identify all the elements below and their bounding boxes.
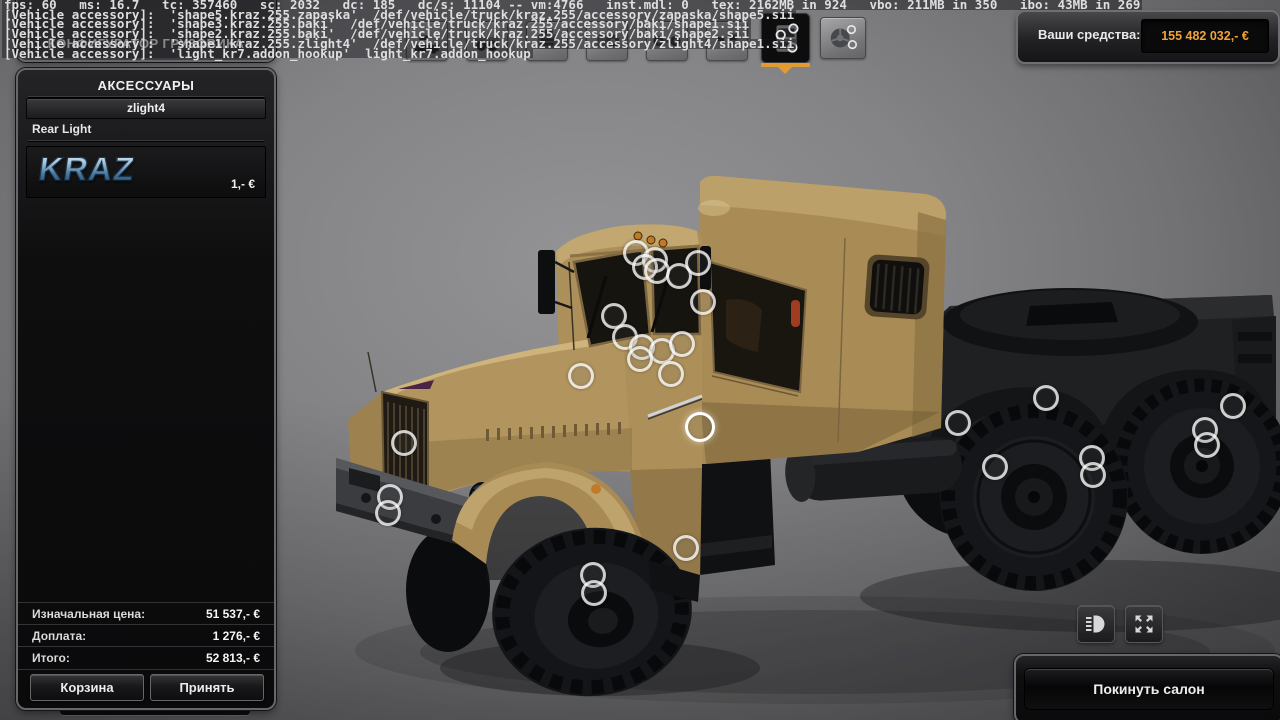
accessory-hotspot[interactable] bbox=[658, 361, 684, 387]
debug-console: fps: 60 ms: 16.7 tc: 357460 sc: 2032 dc:… bbox=[2, 0, 1142, 58]
funds-amount: 155 482 032,- € bbox=[1141, 19, 1269, 53]
toggle-lights-button[interactable] bbox=[1077, 605, 1115, 643]
accessory-hotspot[interactable] bbox=[685, 250, 711, 276]
accessories-panel: АКСЕССУАРЫ zlight4 Rear Light KRAZ 1,- €… bbox=[16, 68, 276, 710]
leave-salon-button[interactable]: Покинуть салон bbox=[1024, 668, 1274, 710]
accessory-hotspot[interactable] bbox=[627, 346, 653, 372]
summary-value: 52 813,- € bbox=[206, 647, 260, 669]
accessory-hotspot[interactable] bbox=[391, 430, 417, 456]
summary-label: Изначальная цена: bbox=[32, 603, 145, 625]
accessory-hotspot[interactable] bbox=[673, 535, 699, 561]
fullscreen-view-button[interactable] bbox=[1125, 605, 1163, 643]
selected-tile-caret bbox=[778, 67, 792, 74]
summary-value: 51 537,- € bbox=[206, 603, 260, 625]
divider bbox=[28, 140, 264, 141]
summary-value: 1 276,- € bbox=[213, 625, 260, 647]
headlight-icon bbox=[1084, 612, 1108, 636]
accessory-type-selector[interactable]: zlight4 bbox=[26, 98, 266, 119]
summary-row: Доплата: 1 276,- € bbox=[18, 624, 274, 647]
accessory-hotspot[interactable] bbox=[1220, 393, 1246, 419]
accessory-hotspot[interactable] bbox=[669, 331, 695, 357]
accessory-list-item[interactable]: KRAZ 1,- € bbox=[26, 146, 266, 198]
summary-row: Изначальная цена: 51 537,- € bbox=[18, 602, 274, 625]
accessory-hotspot-highlighted[interactable] bbox=[685, 412, 715, 442]
scene-viewport[interactable]: fps: 60 ms: 16.7 tc: 357460 sc: 2032 dc:… bbox=[0, 0, 1280, 720]
summary-label: Доплата: bbox=[32, 625, 86, 647]
accessory-hotspot[interactable] bbox=[690, 289, 716, 315]
cart-button[interactable]: Корзина bbox=[30, 674, 144, 701]
console-line: [Vehicle accessory]: 'light_kr7.addon_ho… bbox=[2, 49, 533, 59]
accessory-hotspot[interactable] bbox=[945, 410, 971, 436]
accept-button[interactable]: Принять bbox=[150, 674, 264, 701]
accessory-hotspot[interactable] bbox=[581, 580, 607, 606]
divider bbox=[28, 96, 264, 97]
panel-header: АКСЕССУАРЫ bbox=[18, 78, 274, 93]
accessory-hotspot[interactable] bbox=[982, 454, 1008, 480]
accessory-hotspot[interactable] bbox=[568, 363, 594, 389]
accessory-hotspot[interactable] bbox=[1080, 462, 1106, 488]
expand-arrows-icon bbox=[1132, 612, 1156, 636]
leave-salon-panel: Покинуть салон bbox=[1014, 654, 1280, 720]
accessory-hotspot[interactable] bbox=[1033, 385, 1059, 411]
summary-label: Итого: bbox=[32, 647, 70, 669]
summary-row-total: Итого: 52 813,- € bbox=[18, 646, 274, 670]
item-price: 1,- € bbox=[231, 177, 255, 191]
brand-logo: KRAZ bbox=[36, 150, 137, 188]
accessory-subtype-label: Rear Light bbox=[32, 122, 91, 136]
accessory-hotspot[interactable] bbox=[1194, 432, 1220, 458]
accessory-hotspot[interactable] bbox=[375, 500, 401, 526]
